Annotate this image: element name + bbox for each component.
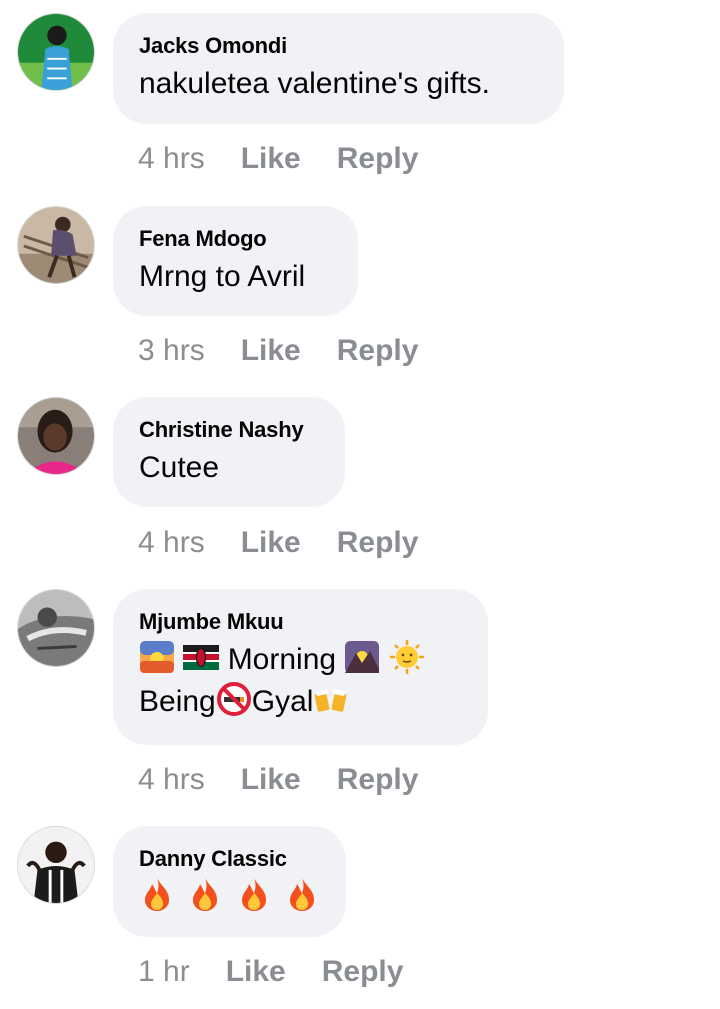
sun-with-face-emoji (389, 639, 425, 675)
avatar[interactable] (17, 13, 95, 91)
reply-button[interactable]: Reply (322, 955, 404, 988)
being-word: Being (139, 685, 216, 718)
like-button[interactable]: Like (241, 526, 301, 559)
kenya-flag-emoji (183, 639, 220, 675)
comment-bubble: Jacks Omondi nakuletea valentine's gifts… (113, 13, 564, 124)
comment-bubble: Fena Mdogo Mrng to Avril (113, 206, 358, 316)
beer-mugs-emoji (313, 681, 349, 717)
comment-timestamp[interactable]: 3 hrs (138, 334, 205, 367)
fire-emoji (236, 876, 272, 912)
fire-emoji (187, 876, 223, 912)
fire-emoji (139, 876, 175, 912)
comment-text: nakuletea valentine's gifts. (139, 67, 490, 100)
comment-author[interactable]: Jacks Omondi (139, 33, 538, 59)
reply-button[interactable]: Reply (337, 142, 419, 175)
comment-bubble: Christine Nashy Cutee (113, 397, 345, 507)
sunrise-emoji (139, 639, 175, 675)
avatar[interactable] (17, 826, 95, 904)
comment-text (139, 876, 320, 918)
comment-timestamp[interactable]: 4 hrs (138, 763, 205, 796)
avatar[interactable] (17, 397, 95, 475)
comment-timestamp[interactable]: 4 hrs (138, 142, 205, 175)
like-button[interactable]: Like (226, 955, 286, 988)
like-button[interactable]: Like (241, 763, 301, 796)
comment-meta: 4 hrs Like Reply (138, 762, 454, 798)
fire-emoji (284, 876, 320, 912)
comment-bubble: Mjumbe Mkuu Morning Being Gyal (113, 589, 488, 745)
like-button[interactable]: Like (241, 142, 301, 175)
comment-meta: 1 hr Like Reply (138, 954, 439, 990)
comments-feed: Jacks Omondi nakuletea valentine's gifts… (0, 0, 720, 1009)
comment-meta: 4 hrs Like Reply (138, 525, 454, 561)
no-smoking-emoji (216, 681, 252, 717)
comment-timestamp[interactable]: 4 hrs (138, 526, 205, 559)
like-button[interactable]: Like (241, 334, 301, 367)
comment-text: Cutee (139, 451, 220, 484)
reply-button[interactable]: Reply (337, 526, 419, 559)
morning-word: Morning (227, 643, 337, 676)
comment-meta: 4 hrs Like Reply (138, 141, 454, 177)
comment-text: Morning Being Gyal (139, 639, 462, 723)
comment-timestamp[interactable]: 1 hr (138, 955, 190, 988)
comment-author[interactable]: Fena Mdogo (139, 226, 332, 252)
sunrise-over-mountains-emoji (344, 639, 380, 675)
reply-button[interactable]: Reply (337, 763, 419, 796)
comment-bubble: Danny Classic (113, 826, 346, 937)
avatar[interactable] (17, 206, 95, 284)
avatar[interactable] (17, 589, 95, 667)
comment-text: Mrng to Avril (139, 260, 306, 293)
comment-author[interactable]: Danny Classic (139, 846, 320, 872)
comment-meta: 3 hrs Like Reply (138, 333, 454, 369)
gyal-word: Gyal (251, 685, 314, 718)
reply-button[interactable]: Reply (337, 334, 419, 367)
comment-author[interactable]: Christine Nashy (139, 417, 319, 443)
comment-author[interactable]: Mjumbe Mkuu (139, 609, 462, 635)
